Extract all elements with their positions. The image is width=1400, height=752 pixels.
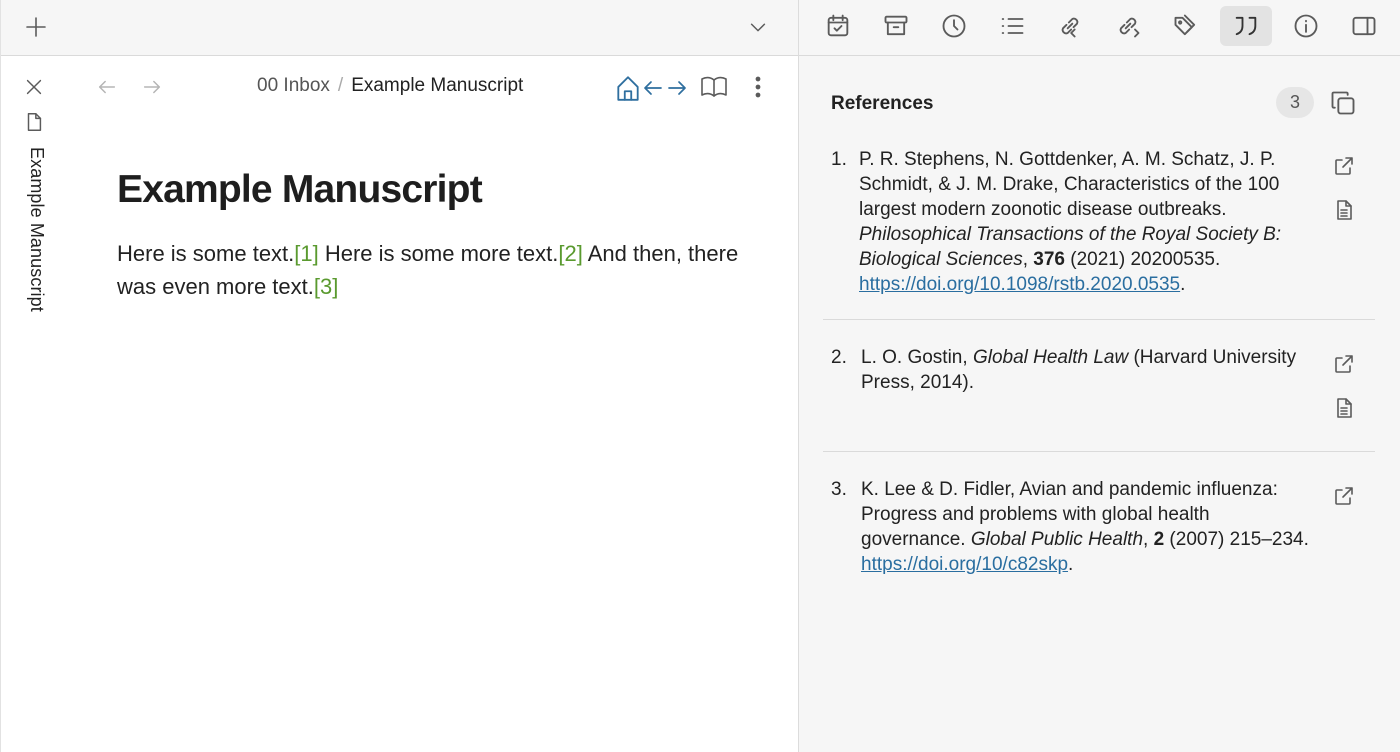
clock-icon: [942, 14, 966, 38]
reference-authors: L. O. Gostin,: [861, 347, 973, 368]
external-link-icon: [1335, 355, 1353, 373]
info-button[interactable]: [1280, 6, 1332, 46]
external-link-icon: [1335, 157, 1353, 175]
document-body[interactable]: Here is some text.[1] Here is some more …: [117, 237, 757, 303]
pane-navigation: [615, 73, 693, 103]
info-icon: [1294, 14, 1318, 38]
archive-icon: [884, 15, 908, 36]
reference-number: 3.: [831, 479, 847, 500]
sidebar-toolbar: [799, 0, 1400, 56]
tags-icon: [1174, 14, 1196, 36]
citation-3[interactable]: [3]: [314, 274, 338, 299]
link-out-icon: [1119, 17, 1140, 38]
reference-number: 1.: [831, 149, 847, 170]
tags-button[interactable]: [1160, 6, 1212, 46]
reference-punct: ,: [1143, 529, 1154, 550]
recent-button[interactable]: [928, 6, 980, 46]
reference-authors: P. R. Stephens, N. Gottdenker, A. M. Sch…: [859, 149, 1280, 220]
document-icon: [1337, 398, 1352, 418]
list-icon: [1001, 18, 1024, 34]
sidebar-icon: [1352, 16, 1376, 36]
reference-doi-link[interactable]: https://doi.org/10.1098/rstb.2020.0535: [859, 274, 1180, 295]
reference-year: (2021) 20200535.: [1064, 249, 1221, 270]
citations-button[interactable]: [1220, 6, 1272, 46]
vertical-tab-strip: Example Manuscript: [1, 57, 67, 752]
references-count-badge: 3: [1276, 87, 1314, 118]
close-tab-button[interactable]: [20, 73, 48, 101]
arrow-right-icon: [143, 80, 161, 94]
reference-text: P. R. Stephens, N. Gottdenker, A. M. Sch…: [859, 147, 1309, 297]
document-title[interactable]: Example Manuscript: [117, 168, 483, 212]
reference-punct: .: [1068, 554, 1074, 575]
reference-year: (2007) 215–234.: [1164, 529, 1309, 550]
more-options-button[interactable]: [745, 72, 771, 102]
home-button[interactable]: [615, 74, 641, 102]
body-text: Here is some text.: [117, 241, 295, 266]
reference-punct: .: [1180, 274, 1186, 295]
arrow-right-icon: [668, 81, 686, 95]
breadcrumb-separator: /: [337, 75, 344, 96]
link-in-icon: [1061, 17, 1079, 38]
archive-button[interactable]: [870, 6, 922, 46]
outgoing-links-button[interactable]: [1102, 6, 1154, 46]
new-tab-button[interactable]: [21, 12, 51, 42]
copy-icon: [1331, 91, 1355, 115]
reference-journal: Global Public Health: [970, 529, 1144, 550]
reference-number: 2.: [831, 347, 847, 368]
external-link-icon: [1335, 487, 1353, 505]
open-link-button[interactable]: [1329, 481, 1359, 511]
calendar-check-icon: [827, 14, 849, 37]
reference-item: 1. P. R. Stephens, N. Gottdenker, A. M. …: [823, 147, 1375, 297]
open-note-button[interactable]: [1329, 195, 1359, 225]
calendar-button[interactable]: [812, 6, 864, 46]
citation-2[interactable]: [2]: [558, 241, 582, 266]
more-vertical-icon: [755, 76, 761, 98]
arrow-left-icon: [644, 81, 662, 95]
reference-text: L. O. Gostin, Global Health Law (Harvard…: [861, 345, 1311, 395]
outline-button[interactable]: [986, 6, 1038, 46]
tab-header: [1, 0, 799, 56]
book-open-icon: [701, 76, 727, 97]
citation-1[interactable]: [1]: [294, 241, 318, 266]
open-link-button[interactable]: [1329, 151, 1359, 181]
reference-text: K. Lee & D. Fidler, Avian and pandemic i…: [861, 477, 1311, 577]
close-icon: [26, 79, 42, 95]
pane-back-button[interactable]: [641, 76, 665, 100]
nav-back-button[interactable]: [93, 73, 121, 101]
references-title: References: [831, 93, 934, 114]
body-text: Here is some more text.: [318, 241, 559, 266]
tab-list-button[interactable]: [743, 12, 773, 42]
chevron-down-icon: [750, 23, 766, 32]
file-icon: [21, 109, 47, 135]
reference-divider: [823, 451, 1375, 452]
open-link-button[interactable]: [1329, 349, 1359, 379]
reference-item: 3. K. Lee & D. Fidler, Avian and pandemi…: [823, 477, 1375, 587]
backlinks-button[interactable]: [1044, 6, 1096, 46]
breadcrumb-folder[interactable]: 00 Inbox: [257, 75, 330, 97]
quote-icon: [1235, 16, 1257, 36]
reference-item: 2. L. O. Gostin, Global Health Law (Harv…: [823, 345, 1375, 425]
copy-references-button[interactable]: [1327, 87, 1359, 119]
reading-view-button[interactable]: [698, 72, 730, 102]
home-icon: [617, 76, 639, 101]
reference-volume: 376: [1033, 249, 1065, 270]
pane-forward-button[interactable]: [665, 76, 689, 100]
editor-pane: Example Manuscript 00 Inbox / Example Ma…: [0, 0, 799, 752]
nav-forward-button[interactable]: [138, 73, 166, 101]
vertical-tab-title[interactable]: Example Manuscript: [21, 147, 47, 347]
open-note-button[interactable]: [1329, 393, 1359, 423]
plus-icon: [26, 17, 46, 37]
reference-divider: [823, 319, 1375, 320]
arrow-left-icon: [98, 80, 116, 94]
breadcrumb-title[interactable]: Example Manuscript: [351, 75, 523, 97]
reference-title: Global Health Law: [972, 347, 1129, 368]
breadcrumb: 00 Inbox / Example Manuscript: [257, 75, 523, 97]
reference-doi-link[interactable]: https://doi.org/10/c82skp: [861, 554, 1068, 575]
reference-punct: ,: [1022, 249, 1034, 270]
toggle-sidebar-button[interactable]: [1338, 6, 1390, 46]
document-icon: [1337, 200, 1352, 220]
reference-volume: 2: [1153, 529, 1165, 550]
references-pane: References 3 1. P. R. Stephens, N. Gottd…: [798, 0, 1400, 752]
